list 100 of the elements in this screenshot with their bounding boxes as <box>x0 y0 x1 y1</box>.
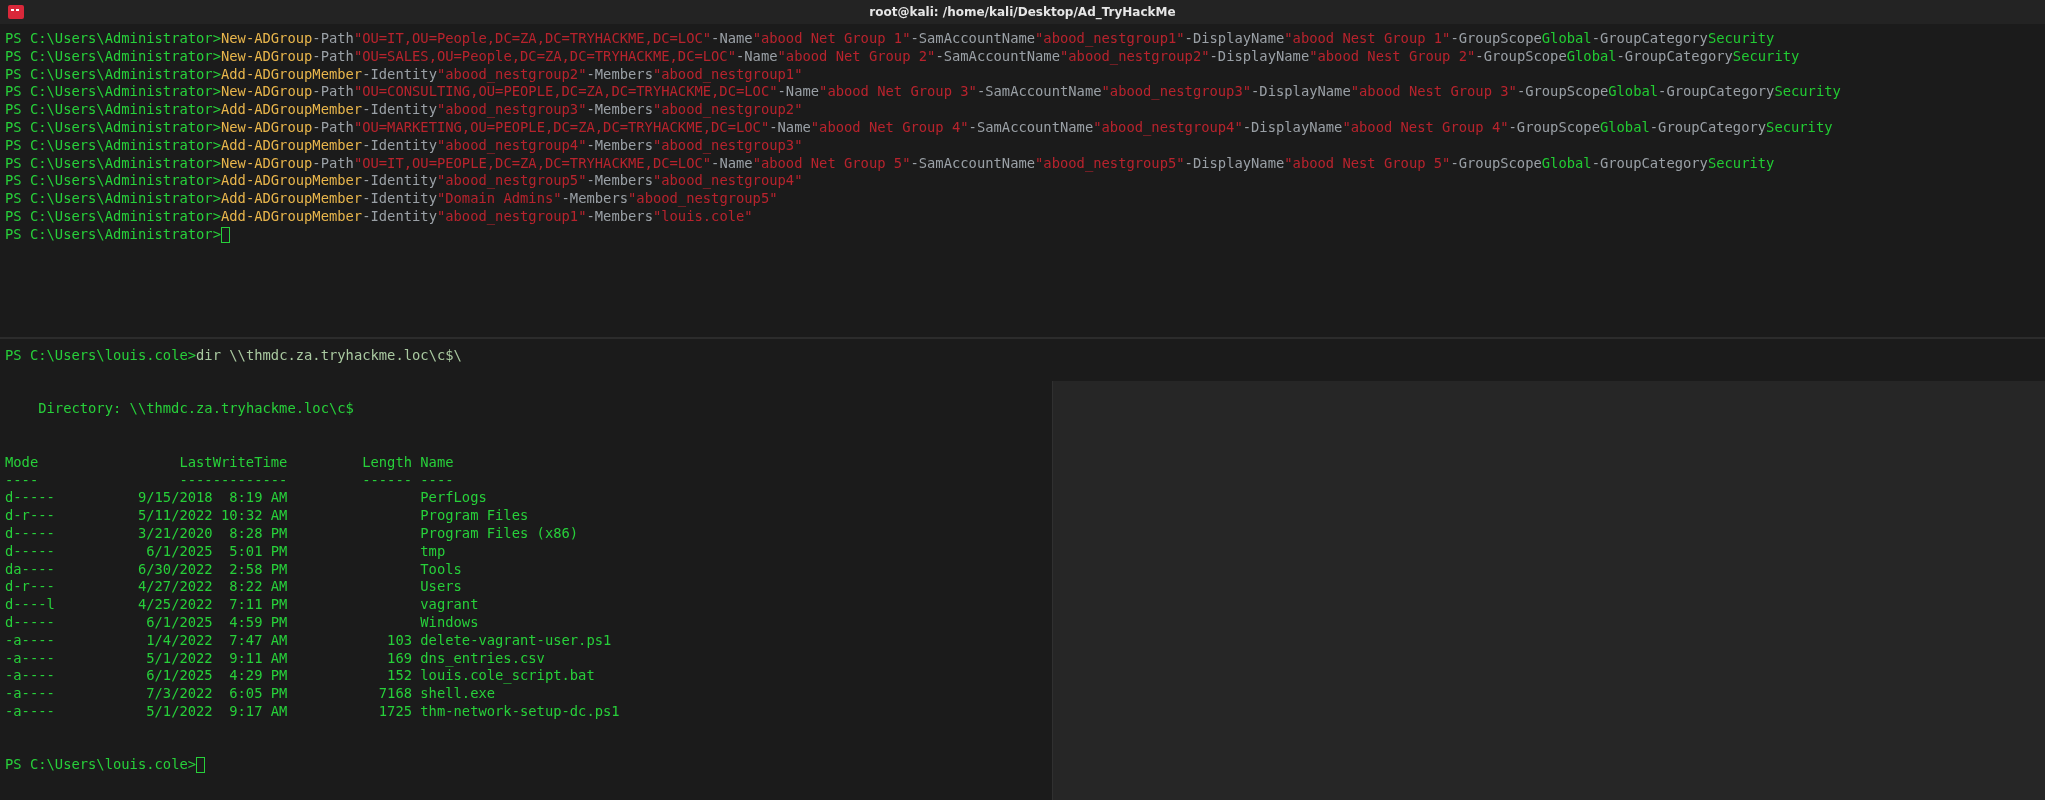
value-argument: Security <box>1774 83 1841 100</box>
shell-prompt: PS C:\Users\Administrator> <box>5 83 221 100</box>
table-cell-text: 6:05 PM <box>228 685 288 703</box>
table-cell: 6/1/2025 <box>146 542 213 561</box>
parameter-text: -GroupScope <box>1475 47 1567 64</box>
parameter-text: -Identity <box>362 172 437 189</box>
table-cell: Users <box>420 578 462 597</box>
table-cell-text: 4:59 PM <box>228 613 288 632</box>
parameter-text: -SamAccountName <box>935 47 1060 64</box>
cmdlet-name: Add-ADGroupMember <box>220 190 363 207</box>
command-text: dir \\thmdc.za.tryhackme.loc\c$\ <box>196 347 462 363</box>
header-rule: ---- <box>5 471 39 490</box>
table-cell: 7/3/2022 <box>146 685 213 703</box>
table-cell: d----- <box>5 489 55 508</box>
column-header: Mode <box>5 453 39 472</box>
shell-prompt: PS C:\Users\Administrator> <box>5 207 221 224</box>
table-cell: d----l <box>5 596 55 614</box>
string-argument: "abood_nestgroup5" <box>436 172 587 189</box>
table-cell: Program Files (x86) <box>420 524 579 543</box>
table-cell: 103 <box>387 631 412 648</box>
parameter-text: -Name <box>777 83 820 100</box>
table-cell-text: 5:01 PM <box>228 542 288 561</box>
parameter-text: -Path <box>312 47 354 64</box>
value-argument: Global <box>1599 119 1650 135</box>
terminal-icon <box>8 5 24 19</box>
string-argument: "abood_nestgroup4" <box>1093 119 1243 135</box>
parameter-text: -DisplayName <box>1184 154 1285 171</box>
table-cell: 6/1/2025 <box>146 613 213 632</box>
table-cell: 4/27/2022 <box>137 578 213 597</box>
cmdlet-name: Add-ADGroupMember <box>220 207 363 224</box>
table-cell-text: 4:29 PM <box>228 667 288 686</box>
cmdlet-name: New-ADGroup <box>220 154 313 171</box>
parameter-text: -SamAccountName <box>910 154 1036 171</box>
shell-prompt: PS C:\Users\Administrator> <box>5 136 221 153</box>
string-argument: "abood Net Group 2" <box>777 47 936 64</box>
string-argument: "OU=SALES,OU=People,DC=ZA,DC=TRYHACKME,DC=LOC" <box>353 47 736 64</box>
string-argument: "louis.cole" <box>652 207 753 224</box>
parameter-text: -Path <box>312 30 354 46</box>
cmdlet-name: Add-ADGroupMember <box>220 101 363 118</box>
table-cell: 3/21/2020 <box>137 524 213 543</box>
parameter-text: -Identity <box>362 136 437 153</box>
parameter-text: -Name <box>736 47 778 64</box>
parameter-text: -Path <box>312 154 354 171</box>
table-cell: 152 <box>387 667 412 684</box>
cmdlet-name: Add-ADGroupMember <box>220 136 363 153</box>
string-argument: "Domain Admins" <box>436 190 562 207</box>
table-cell: PerfLogs <box>420 489 487 508</box>
string-argument: "OU=CONSULTING,OU=PEOPLE,DC=ZA,DC=TRYHACKME,DC=LOC" <box>353 83 778 100</box>
shell-prompt: PS C:\Users\Administrator> <box>5 47 221 64</box>
table-cell: -a---- <box>5 667 55 686</box>
string-argument: "OU=MARKETING,OU=PEOPLE,DC=ZA,DC=TRYHACKME,DC=LOC" <box>353 119 770 135</box>
value-argument: Security <box>1732 47 1800 64</box>
table-cell: 169 <box>387 649 412 666</box>
parameter-text: -GroupScope <box>1516 83 1609 100</box>
text-cursor <box>220 226 230 243</box>
string-argument: "abood_nestgroup5" <box>1035 154 1185 171</box>
window-title: root@kali: /home/kali/Desktop/Ad_TryHackMe <box>869 5 1176 19</box>
string-argument: "abood_nestgroup5" <box>628 190 778 207</box>
parameter-text: -Name <box>711 154 753 171</box>
table-cell-text: 7:11 PM <box>228 596 288 614</box>
shell-prompt: PS C:\Users\Administrator> <box>5 65 221 82</box>
cmdlet-name: Add-ADGroupMember <box>220 172 363 189</box>
value-argument: Global <box>1608 83 1659 100</box>
string-argument: "abood_nestgroup3" <box>652 136 803 153</box>
value-argument: Security <box>1707 154 1775 171</box>
string-argument: "abood Nest Group 1" <box>1284 30 1451 46</box>
table-cell: 6/30/2022 <box>137 560 213 579</box>
table-cell: Windows <box>420 613 479 632</box>
string-argument: "abood Nest Group 2" <box>1309 47 1476 64</box>
cmdlet-name: New-ADGroup <box>220 30 313 46</box>
cmdlet-name: Add-ADGroupMember <box>220 65 363 82</box>
table-cell: da---- <box>5 560 55 579</box>
table-cell: 5/1/2022 <box>146 649 213 668</box>
table-cell-text: 9:17 AM <box>228 702 288 721</box>
table-cell-text: 7:47 AM <box>228 631 288 650</box>
shell-prompt: PS C:\Users\Administrator> <box>5 225 221 242</box>
string-argument: "OU=IT,OU=People,DC=ZA,DC=TRYHACKME,DC=LOC" <box>353 30 712 46</box>
shell-prompt: PS C:\Users\Administrator> <box>5 30 221 46</box>
parameter-text: -Identity <box>362 65 437 82</box>
parameter-text: -GroupScope <box>1508 119 1600 135</box>
parameter-text: -Path <box>312 119 354 135</box>
shell-prompt: PS C:\Users\louis.cole> <box>5 347 197 363</box>
string-argument: "abood_nestgroup2" <box>1060 47 1210 64</box>
parameter-text: -SamAccountName <box>968 119 1094 135</box>
shell-prompt: PS C:\Users\Administrator> <box>5 190 221 207</box>
table-cell: delete-vagrant-user.ps1 <box>420 631 612 650</box>
parameter-text: -GroupCategory <box>1591 154 1708 171</box>
parameter-text: -Members <box>586 207 653 224</box>
parameter-text: -DisplayName <box>1209 47 1310 64</box>
string-argument: "abood_nestgroup2" <box>652 101 803 118</box>
string-argument: "abood_nestgroup4" <box>436 136 587 153</box>
parameter-text: -Path <box>312 83 354 100</box>
table-cell-text: 8:28 PM <box>228 524 288 543</box>
table-cell: d-r--- <box>5 507 55 525</box>
parameter-text: -GroupCategory <box>1658 83 1775 100</box>
string-argument: "abood_nestgroup1" <box>1035 30 1185 46</box>
parameter-text: -GroupScope <box>1450 154 1542 171</box>
table-cell: 1/4/2022 <box>146 631 213 650</box>
table-cell: d----- <box>5 613 55 632</box>
value-argument: Global <box>1541 30 1592 46</box>
